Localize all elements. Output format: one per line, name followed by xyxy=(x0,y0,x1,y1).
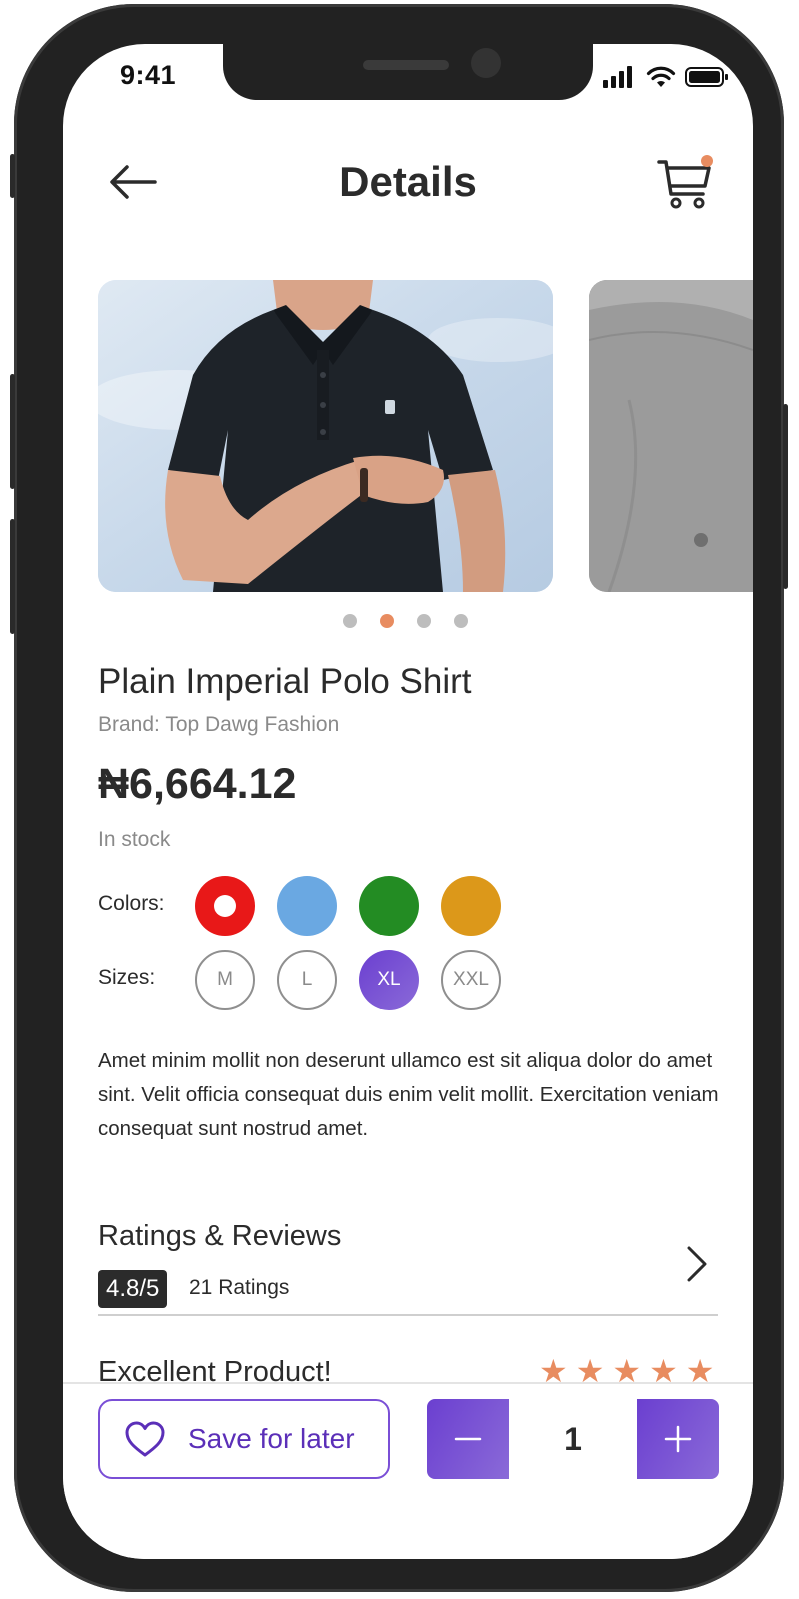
speaker xyxy=(363,60,449,70)
chevron-right-icon[interactable] xyxy=(681,1244,711,1284)
cart-button[interactable] xyxy=(657,152,717,212)
minus-icon xyxy=(454,1437,482,1441)
front-camera xyxy=(471,48,501,78)
mute-switch xyxy=(10,154,15,198)
quantity-value: 1 xyxy=(564,1420,582,1457)
carousel-dot[interactable] xyxy=(417,614,431,628)
next-product-image[interactable] xyxy=(589,280,753,592)
divider xyxy=(98,1314,718,1316)
status-time: 9:41 xyxy=(120,60,177,90)
notch xyxy=(223,44,593,100)
save-for-later-label: Save for later xyxy=(188,1423,355,1454)
carousel-indicator xyxy=(343,614,468,628)
carousel-dot-active[interactable] xyxy=(380,614,394,628)
wifi-icon xyxy=(646,66,676,87)
plus-icon xyxy=(664,1425,692,1453)
colors-label: Colors: xyxy=(98,892,165,915)
size-picker: M L XL XXL xyxy=(195,950,501,1010)
color-swatch-blue[interactable] xyxy=(277,876,337,936)
color-picker xyxy=(195,876,501,936)
ratings-title[interactable]: Ratings & Reviews xyxy=(98,1220,341,1253)
size-option-m[interactable]: M xyxy=(195,950,255,1010)
product-name: Plain Imperial Polo Shirt xyxy=(98,662,472,701)
product-image[interactable] xyxy=(98,280,553,592)
quantity-decrease-button[interactable] xyxy=(427,1399,509,1479)
grey-fabric-photo xyxy=(589,280,753,592)
volume-down-button xyxy=(10,519,15,634)
page-title: Details xyxy=(339,158,477,205)
cellular-signal-icon xyxy=(603,66,632,88)
size-option-xl[interactable]: XL xyxy=(359,950,419,1010)
rating-score-badge: 4.8/5 xyxy=(98,1270,168,1308)
size-option-xxl[interactable]: XXL xyxy=(441,950,501,1010)
carousel-dot[interactable] xyxy=(454,614,468,628)
phone-screen: 9:41 Details Plain Imperial Polo Shirt B… xyxy=(63,44,753,1559)
save-for-later-button[interactable]: Save for later xyxy=(98,1399,390,1479)
carousel-dot[interactable] xyxy=(343,614,357,628)
stock-status: In stock xyxy=(98,828,171,851)
phone-frame: 9:41 Details Plain Imperial Polo Shirt B… xyxy=(10,4,788,1592)
product-brand: Brand: Top Dawg Fashion xyxy=(98,713,340,736)
sizes-label: Sizes: xyxy=(98,966,156,989)
color-swatch-red[interactable] xyxy=(195,876,255,936)
heart-icon xyxy=(125,1421,165,1457)
polo-shirt-photo xyxy=(98,280,553,592)
color-swatch-green[interactable] xyxy=(359,876,419,936)
image-carousel[interactable] xyxy=(98,280,753,592)
quantity-increase-button[interactable] xyxy=(637,1399,719,1479)
ratings-count: 21 Ratings xyxy=(189,1276,290,1299)
volume-up-button xyxy=(10,374,15,489)
bottom-action-bar: Save for later 1 xyxy=(63,1382,753,1559)
product-description: Amet minim mollit non deserunt ullamco e… xyxy=(98,1049,719,1140)
battery-icon xyxy=(685,67,728,87)
product-price: ₦6,664.12 xyxy=(98,760,297,808)
status-icons xyxy=(603,66,729,88)
cart-badge xyxy=(701,155,713,167)
color-swatch-orange[interactable] xyxy=(441,876,501,936)
power-button xyxy=(783,404,788,589)
size-option-l[interactable]: L xyxy=(277,950,337,1010)
header: Details xyxy=(63,144,753,228)
